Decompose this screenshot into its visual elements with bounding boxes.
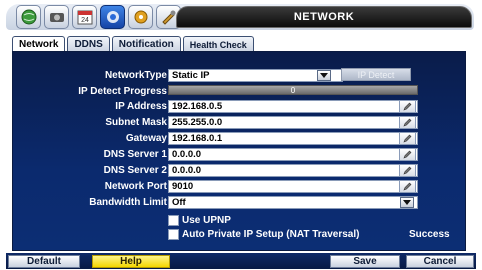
help-button[interactable]: Help — [92, 255, 170, 268]
tools-icon[interactable] — [128, 5, 153, 29]
auto-private-ip-checkbox[interactable] — [168, 229, 179, 240]
bandwidth-limit-select[interactable]: Off — [168, 196, 418, 209]
ip-detect-button[interactable]: IP Detect — [341, 68, 411, 81]
network-settings-window: 24 NETWORK Network DDNS Notification Hea… — [0, 0, 482, 270]
dns-server-1-edit-button[interactable] — [399, 148, 416, 161]
subnet-mask-field[interactable]: 255.255.0.0 — [168, 116, 418, 129]
default-button[interactable]: Default — [8, 255, 80, 268]
ip-address-field[interactable]: 192.168.0.5 — [168, 100, 418, 113]
gateway-field[interactable]: 192.168.0.1 — [168, 132, 418, 145]
footer-bar: Default Help Save Cancel — [6, 253, 476, 269]
network-type-value: Static IP — [172, 70, 210, 81]
globe-icon[interactable] — [16, 5, 41, 29]
network-icon[interactable] — [100, 5, 125, 29]
dns-server-2-label: DNS Server 2 — [103, 165, 167, 176]
network-port-field[interactable]: 9010 — [168, 180, 418, 193]
dns-server-2-row: DNS Server 2 0.0.0.0 — [13, 164, 467, 178]
dns-server-2-edit-button[interactable] — [399, 164, 416, 177]
gateway-row: Gateway 192.168.0.1 — [13, 132, 467, 146]
pencil-icon — [403, 182, 412, 191]
auto-private-ip-label: Auto Private IP Setup (NAT Traversal) — [182, 229, 360, 240]
page-title: NETWORK — [176, 6, 472, 28]
bandwidth-limit-row: Bandwidth Limit Off — [13, 196, 467, 210]
bandwidth-limit-label: Bandwidth Limit — [89, 197, 167, 208]
save-button[interactable]: Save — [330, 255, 400, 268]
ip-address-row: IP Address 192.168.0.5 — [13, 100, 467, 114]
ip-address-label: IP Address — [115, 101, 167, 112]
subnet-mask-edit-button[interactable] — [399, 116, 416, 129]
dns-server-2-field[interactable]: 0.0.0.0 — [168, 164, 418, 177]
tab-bar: Network DDNS Notification Health Check — [12, 36, 254, 52]
network-port-label: Network Port — [104, 181, 167, 192]
network-port-row: Network Port 9010 — [13, 180, 467, 194]
chevron-down-icon — [403, 200, 411, 205]
chevron-down-icon — [320, 73, 328, 78]
camera-icon[interactable] — [44, 5, 69, 29]
tab-network[interactable]: Network — [12, 36, 66, 52]
settings-panel: NetworkType Static IP IP Detect IP Detec… — [12, 51, 466, 251]
tab-ddns[interactable]: DDNS — [67, 36, 110, 52]
use-upnp-label: Use UPNP — [182, 215, 231, 226]
subnet-mask-label: Subnet Mask — [105, 117, 167, 128]
network-type-label: NetworkType — [104, 70, 167, 81]
use-upnp-checkbox[interactable] — [168, 215, 179, 226]
svg-text:24: 24 — [81, 17, 89, 24]
pencil-icon — [403, 150, 412, 159]
calendar-icon[interactable]: 24 — [72, 5, 97, 29]
tab-health-check[interactable]: Health Check — [182, 36, 254, 52]
subnet-mask-row: Subnet Mask 255.255.0.0 — [13, 116, 467, 130]
gateway-label: Gateway — [125, 133, 167, 144]
pencil-icon — [403, 166, 412, 175]
pencil-icon — [403, 102, 412, 111]
network-type-dropdown-button[interactable] — [317, 70, 331, 81]
cancel-button[interactable]: Cancel — [406, 255, 474, 268]
header-bar: 24 NETWORK — [6, 4, 474, 30]
use-upnp-option[interactable]: Use UPNP — [168, 215, 231, 226]
dns-server-1-label: DNS Server 1 — [103, 149, 167, 160]
pencil-icon — [403, 134, 412, 143]
dns-server-1-field[interactable]: 0.0.0.0 — [168, 148, 418, 161]
ip-address-edit-button[interactable] — [399, 100, 416, 113]
status-text: Success — [409, 229, 450, 240]
network-port-edit-button[interactable] — [399, 180, 416, 193]
auto-private-ip-option[interactable]: Auto Private IP Setup (NAT Traversal) — [168, 229, 359, 240]
ip-detect-progress-label: IP Detect Progress — [78, 86, 167, 97]
ip-detect-progress-row: IP Detect Progress 0 — [13, 85, 467, 99]
toolbar-icons: 24 — [16, 5, 181, 29]
bandwidth-limit-dropdown-button[interactable] — [400, 197, 414, 208]
pencil-icon — [403, 118, 412, 127]
ip-detect-progress-bar: 0 — [168, 85, 418, 95]
ip-detect-progress-value: 0 — [290, 85, 296, 95]
tab-notification[interactable]: Notification — [111, 36, 181, 52]
dns-server-1-row: DNS Server 1 0.0.0.0 — [13, 148, 467, 162]
gateway-edit-button[interactable] — [399, 132, 416, 145]
